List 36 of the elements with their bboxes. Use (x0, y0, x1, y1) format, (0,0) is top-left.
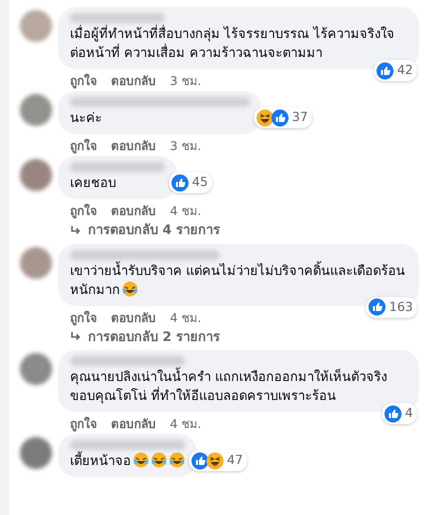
avatar[interactable] (20, 437, 52, 469)
comment-text: นะค่ะ (70, 110, 103, 128)
comment-text: เขาว่ายน้ำรับบริจาค แต่คนไม่ว่ายไม่บริจาคดิ้นและเดือดร้อนหนักมาก (70, 262, 407, 300)
timestamp[interactable]: 4 ชม. (170, 202, 202, 221)
comment-text: เตี้ยหน้าจอ (70, 452, 185, 471)
avatar[interactable] (20, 246, 52, 278)
reaction-count[interactable]: 47 (189, 450, 247, 471)
reaction-count[interactable]: 42 (374, 60, 417, 81)
reply-link[interactable]: ตอบกลับ (111, 202, 156, 221)
avatar[interactable] (20, 94, 52, 126)
timestamp[interactable]: 4 ชม. (170, 308, 202, 328)
like-link[interactable]: ถูกใจ (70, 137, 97, 156)
reply-link[interactable]: ตอบกลับ (111, 308, 156, 328)
reaction-count[interactable]: 163 (366, 296, 417, 318)
timestamp[interactable]: 4 ชม. (170, 415, 202, 434)
reply-link[interactable]: ตอบกลับ (111, 137, 156, 156)
avatar[interactable] (20, 159, 52, 191)
reply-link[interactable]: ตอบกลับ (111, 415, 156, 434)
reaction-count[interactable]: 45 (169, 172, 212, 193)
view-replies-link[interactable]: การตอบกลับ 4 รายการ (88, 221, 220, 240)
timestamp[interactable]: 3 ชม. (170, 137, 202, 156)
comment-text: คุณนายปลิงเน่าในน้ำครำ แถกเหงือกออกมาให้เห็นตัวจริง ขอบคุณโตโน่ ที่ทำให้อีแอบลอดคราบเพราะร้อน (70, 368, 407, 406)
comment-text: เคยชอบ (70, 175, 117, 193)
avatar[interactable] (20, 10, 52, 42)
reply-arrow-icon (70, 224, 82, 237)
like-link[interactable]: ถูกใจ (70, 308, 97, 328)
like-link[interactable]: ถูกใจ (70, 415, 97, 434)
reaction-count[interactable]: 4 (382, 403, 417, 424)
view-replies-link[interactable]: การตอบกลับ 2 รายการ (88, 328, 220, 347)
timestamp[interactable]: 3 ชม. (170, 72, 202, 91)
reaction-count[interactable]: 37 (254, 107, 312, 128)
reply-link[interactable]: ตอบกลับ (111, 72, 156, 91)
comment-text: เมื่อผู้ที่ทำหน้าที่สื่อบางกลุ่ม ไร้จรรยาบรรณ ไร้ความจริงใจต่อหน้าที่ ความเสื่อม ความร้าวฉานจะตามมา (70, 25, 407, 63)
avatar[interactable] (20, 353, 52, 385)
like-link[interactable]: ถูกใจ (70, 72, 97, 91)
like-link[interactable]: ถูกใจ (70, 202, 97, 221)
